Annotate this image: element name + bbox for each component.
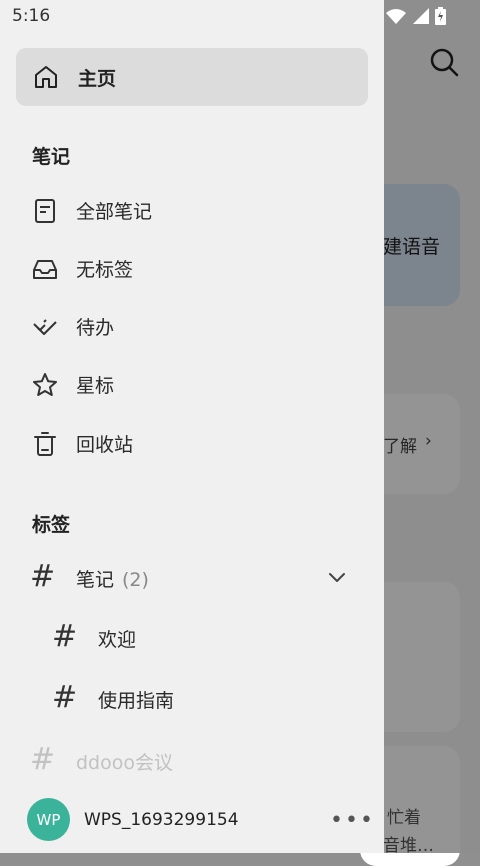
tag-label-wrap: 笔记 (2) <box>76 565 149 592</box>
drawer-item-label: 无标签 <box>76 259 134 281</box>
star-icon <box>33 373 57 396</box>
home-icon <box>35 66 57 88</box>
tag-item-meeting[interactable]: # ddooo会议 <box>16 737 368 787</box>
chevron-down-icon[interactable] <box>328 571 346 585</box>
drawer-item-label: 回收站 <box>76 434 134 456</box>
notes-section-title: 笔记 <box>32 146 71 168</box>
status-time: 5:16 <box>12 6 51 26</box>
status-icons <box>385 7 446 25</box>
drawer-item-label: 星标 <box>76 375 115 397</box>
tag-item-user-guide[interactable]: # 使用指南 <box>38 675 390 725</box>
home-label: 主页 <box>78 68 117 90</box>
hashtag-icon: # <box>30 742 56 777</box>
tag-count: (2) <box>122 569 149 591</box>
signal-icon <box>413 8 429 24</box>
hashtag-icon: # <box>52 619 78 654</box>
status-bar: 5:16 <box>0 0 480 32</box>
more-options-icon[interactable]: ••• <box>330 808 375 833</box>
tag-label: ddooo会议 <box>76 752 173 774</box>
tag-label: 笔记 <box>76 569 115 591</box>
tag-item-notes[interactable]: # 笔记 (2) <box>16 554 368 604</box>
todo-check-icon <box>33 319 57 335</box>
drawer-item-trash[interactable]: 回收站 <box>16 419 368 469</box>
battery-icon <box>435 7 446 25</box>
note-icon <box>35 199 55 223</box>
drawer-item-home[interactable]: 主页 <box>16 48 368 106</box>
navigation-drawer: 主页 笔记 全部笔记 无标签 待办 星标 回收站 标签 # 笔记 (2) # 欢… <box>0 0 384 853</box>
tag-item-welcome[interactable]: # 欢迎 <box>38 614 390 664</box>
avatar[interactable]: WP <box>27 798 70 841</box>
tags-section-title: 标签 <box>32 514 71 536</box>
drawer-item-untagged[interactable]: 无标签 <box>16 244 368 294</box>
drawer-item-starred[interactable]: 星标 <box>16 360 368 410</box>
account-bar[interactable]: WP WPS_1693299154 ••• <box>0 790 384 853</box>
trash-icon <box>34 432 56 456</box>
drawer-item-todo[interactable]: 待办 <box>16 302 368 352</box>
drawer-item-label: 全部笔记 <box>76 201 153 223</box>
drawer-item-label: 待办 <box>76 317 115 339</box>
tag-label: 使用指南 <box>98 690 175 712</box>
username: WPS_1693299154 <box>84 810 239 830</box>
wifi-icon <box>386 9 406 24</box>
inbox-icon <box>33 260 57 279</box>
hashtag-icon: # <box>30 559 56 594</box>
drawer-item-all-notes[interactable]: 全部笔记 <box>16 186 368 236</box>
hashtag-icon: # <box>52 680 78 715</box>
tag-label: 欢迎 <box>98 629 137 651</box>
